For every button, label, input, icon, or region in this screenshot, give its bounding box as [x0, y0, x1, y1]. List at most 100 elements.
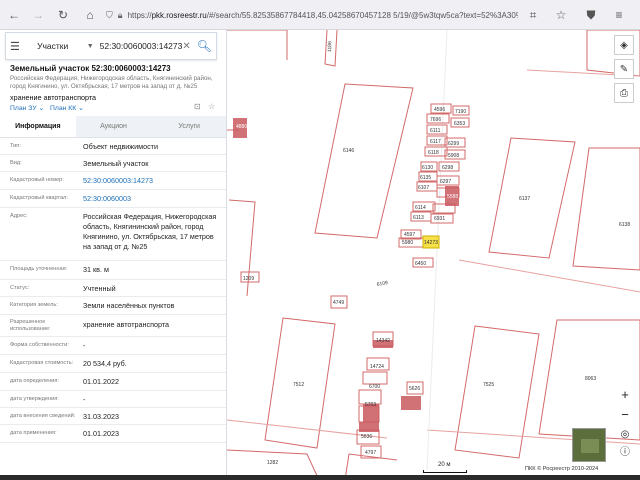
tab-information[interactable]: Информация [0, 116, 76, 137]
tab-auction[interactable]: Аукцион [76, 116, 152, 137]
table-row: Разрешенное использование: хранение авто… [0, 315, 226, 337]
reload-icon[interactable]: ↻ [53, 5, 73, 25]
parcel-label: 6107 [418, 185, 429, 191]
lock-icon: 🔒︎ [117, 10, 123, 20]
row-label: дата определения: [10, 378, 60, 384]
home-icon[interactable]: ⌂ [80, 5, 100, 25]
parcel-title: Земельный участок 52:30:0060003:14273 [10, 64, 171, 73]
parcel-label: 1282 [267, 460, 278, 466]
map-canvas[interactable]: 6146 6137 6138 4827 1186 4596 7190 7696 … [227, 30, 640, 480]
parcel-label: 1186 [327, 41, 333, 52]
parcel-label: 6353 [454, 121, 465, 127]
parcel-label: 5636 [361, 434, 372, 440]
table-row: Кадастровый номер: 52:30:0060003:14273 [0, 172, 226, 190]
back-arrow-icon[interactable]: ← [4, 5, 24, 25]
menu-icon[interactable]: ☰ [10, 40, 29, 53]
row-value: Земли населённых пунктов [83, 301, 175, 310]
parcel-label: 5980 [402, 240, 413, 246]
parcel-label: 5588 [447, 194, 458, 200]
taskbar [0, 475, 640, 480]
url-host: pkk.rosreestr.ru [151, 11, 207, 20]
row-value: 01.01.2022 [83, 377, 119, 386]
parcel-label: 6118 [428, 150, 439, 156]
row-value: 20 534,4 руб. [83, 359, 127, 368]
browser-toolbar: ← → ↻ ⌂ ⛉ 🔒︎ https://pkk.rosreestr.ru/#/… [0, 0, 640, 30]
table-row: дата применения: 01.01.2023 [0, 425, 226, 443]
plan-kk-link[interactable]: План КК ⌄ [50, 104, 84, 112]
cadastral-number-link[interactable]: 52:30:0060003:14273 [83, 176, 223, 186]
row-label: Категория земель: [10, 302, 58, 308]
parcel-purpose: хранение автотранспорта [10, 93, 97, 102]
parcel-label: 6700 [369, 384, 380, 390]
layers-icon[interactable]: ◈ [614, 35, 634, 55]
parcel-label: 4749 [333, 300, 344, 306]
parcel-label: 7525 [483, 382, 494, 388]
parcel-label: 6117 [430, 139, 441, 145]
parcel-label: 6111 [430, 128, 441, 134]
search-bar: ☰ Участки ▼ 52:30:0060003:14273 ✕ 🔍︎ [5, 32, 217, 60]
favorite-star-icon[interactable]: ☆ [208, 102, 215, 111]
info-table: Тип: Объект недвижимости Вид: Земельный … [0, 139, 226, 443]
parcel-label: 6109 [376, 280, 388, 288]
translate-icon[interactable]: ⌗ [524, 5, 542, 25]
clear-icon[interactable]: ✕ [182, 41, 190, 52]
row-value: 01.01.2023 [83, 429, 119, 438]
info-panel: ☰ Участки ▼ 52:30:0060003:14273 ✕ 🔍︎ Зем… [0, 30, 227, 480]
extensions-icon[interactable]: ≡ [610, 5, 628, 25]
scale-label: 20 м [438, 462, 451, 468]
parcel-label: 5908 [448, 153, 459, 159]
row-label: Форма собственности: [10, 342, 69, 348]
parcel-label: 6297 [440, 179, 451, 185]
parcel-label: 7512 [293, 382, 304, 388]
row-value: 31.03.2023 [83, 412, 119, 421]
forward-arrow-icon[interactable]: → [28, 5, 48, 25]
table-row: Адрес: Российская Федерация, Нижегородск… [0, 208, 226, 261]
table-row: Вид: Земельный участок [0, 155, 226, 172]
print-icon[interactable]: ⎙ [614, 83, 634, 103]
search-icon[interactable]: 🔍︎ [197, 39, 212, 53]
table-row: дата внесения сведений: 31.03.2023 [0, 408, 226, 425]
table-row: дата утверждения: - [0, 391, 226, 408]
tab-services[interactable]: Услуги [151, 116, 226, 137]
cadastral-map[interactable]: 6146 6137 6138 4827 1186 4596 7190 7696 … [227, 30, 640, 480]
table-row: Категория земель: Земли населённых пункт… [0, 297, 226, 315]
row-label: Тип: [10, 143, 21, 149]
basemap-switcher[interactable] [572, 428, 606, 462]
plan-zu-link[interactable]: План ЗУ ⌄ [10, 104, 44, 112]
chevron-down-icon[interactable]: ▼ [87, 43, 94, 50]
table-row: Статус: Учтенный [0, 280, 226, 297]
parcel-label: 4797 [365, 450, 376, 456]
info-icon[interactable]: ⓘ [616, 440, 634, 460]
pocket-icon[interactable]: ⛊ [582, 5, 600, 25]
parcel-label: 6146 [343, 148, 354, 154]
parcel-label: 6130 [422, 165, 433, 171]
parcel-label: 6113 [413, 215, 424, 221]
parcel-label: 1209 [243, 276, 254, 282]
row-label: Статус: [10, 285, 30, 291]
parcel-label: 4597 [404, 232, 415, 238]
parcel-label: 6450 [415, 261, 426, 267]
table-row: Кадастровая стоимость: 20 534,4 руб. [0, 355, 226, 373]
cadastral-quarter-link[interactable]: 52:30:0060003 [83, 194, 223, 204]
parcel-label: 8063 [585, 376, 596, 382]
parcel-label: 6299 [448, 141, 459, 147]
zoom-out-button[interactable]: − [616, 404, 634, 424]
row-label: Площадь уточненная: [10, 266, 68, 272]
zoom-to-icon[interactable]: ⊡ [194, 102, 201, 111]
zoom-in-button[interactable]: + [616, 384, 634, 404]
table-row: Кадастровый квартал: 52:30:0060003 [0, 190, 226, 208]
row-label: Разрешенное использование: [10, 319, 51, 332]
parcel-label: 4596 [434, 107, 445, 113]
search-input[interactable]: 52:30:0060003:14273 [100, 41, 183, 51]
parcel-label: 6931 [434, 216, 445, 222]
url-path: /#/search/55.82535867784418,45.042586704… [206, 11, 518, 20]
parcel-address-short: Российская Федерация, Нижегородская обла… [10, 75, 213, 90]
draw-tool-icon[interactable]: ✎ [614, 59, 634, 79]
url-prefix: https:// [127, 11, 152, 20]
address-bar[interactable]: ⛉ 🔒︎ https://pkk.rosreestr.ru/#/search/5… [106, 6, 518, 25]
row-label: дата применения: [10, 430, 57, 436]
bookmark-star-icon[interactable]: ☆ [552, 5, 570, 25]
parcel-label: 6137 [519, 196, 530, 202]
search-type-select[interactable]: Участки [37, 41, 87, 51]
parcel-label: 6298 [442, 165, 453, 171]
